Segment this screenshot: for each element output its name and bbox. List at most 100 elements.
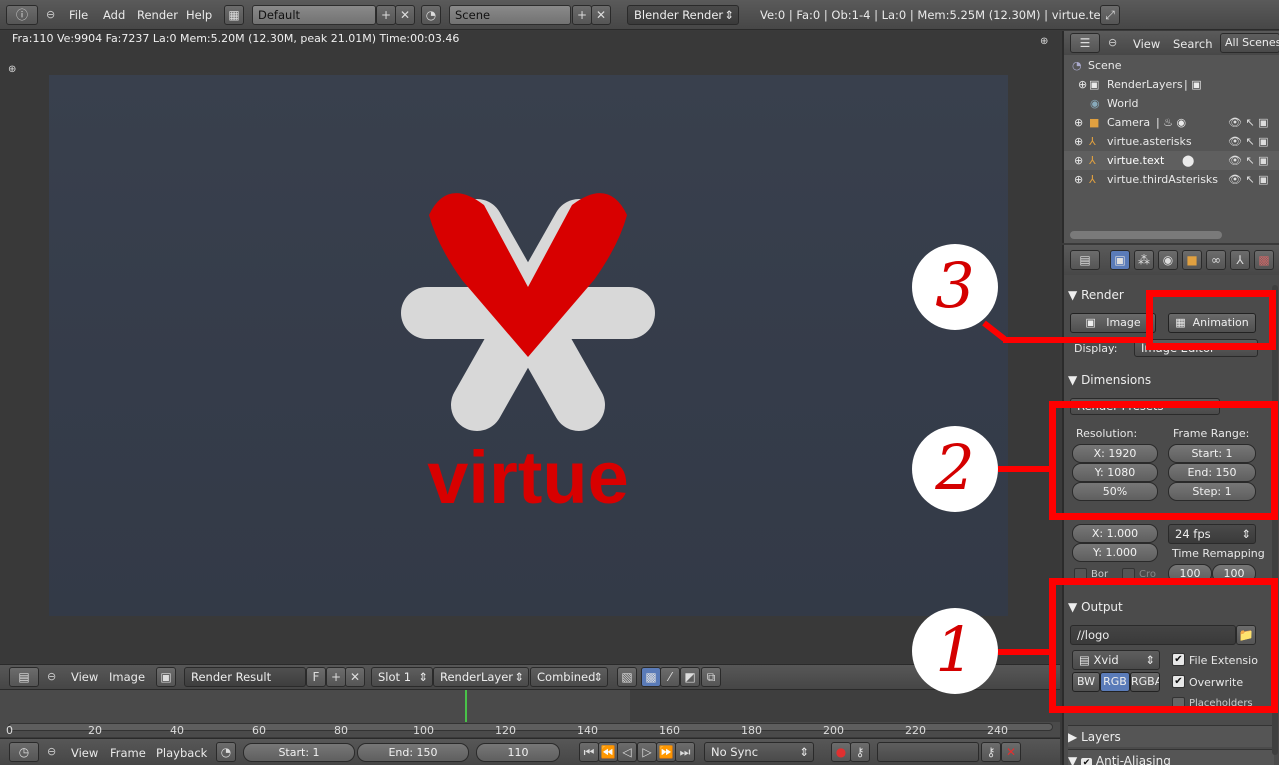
world-icon: ◉ [1090, 97, 1100, 110]
sync-select[interactable]: No Sync ⇕ [704, 742, 814, 762]
fps-select[interactable]: 24 fps ⇕ [1168, 524, 1256, 544]
screen-layout-field[interactable]: Default [252, 5, 376, 25]
image-browse-icon[interactable]: ▣ [156, 667, 176, 687]
preview-range-icon[interactable]: ◔ [216, 742, 236, 762]
outliner-scrollbar[interactable] [1070, 231, 1222, 239]
record-icon[interactable]: ● [831, 742, 851, 762]
corner-plus-icon[interactable]: ⊕ [1040, 36, 1048, 47]
editor-type-info-icon[interactable]: ⓘ [6, 5, 38, 25]
render-image-button[interactable]: ▣ Image [1070, 313, 1156, 333]
fullscreen-icon[interactable]: ⤢ [1100, 5, 1120, 25]
frame-tick: 20 [88, 724, 102, 737]
keying-set-field[interactable] [877, 742, 979, 762]
menu-search[interactable]: Search [1173, 37, 1213, 51]
scene-icon[interactable]: ◔ [421, 5, 441, 25]
empty-object-icon: ⅄ [1089, 173, 1096, 186]
draw-channels-icon[interactable]: ▧ [617, 667, 637, 687]
texture-tab-icon[interactable]: ▩ [1254, 250, 1274, 270]
render-layer-select[interactable]: RenderLayer ⇕ [433, 667, 529, 687]
menu-add[interactable]: Add [103, 8, 125, 22]
frame-tick: 160 [659, 724, 680, 737]
render-tab-icon[interactable]: ▣ [1110, 250, 1130, 270]
expand-icon: ⊕ [1074, 135, 1084, 148]
aspect-y-field[interactable]: Y: 1.000 [1072, 543, 1158, 562]
collapse-icon[interactable]: ⊖ [47, 745, 56, 758]
play-icon[interactable]: ▷ [637, 742, 657, 762]
render-pass-select[interactable]: Combined ⇕ [530, 667, 608, 687]
menu-render[interactable]: Render [137, 8, 178, 22]
camera-icon: ▣ [1085, 316, 1096, 329]
timeline-scrollbar[interactable] [8, 723, 1053, 731]
jump-start-icon[interactable]: ⏮ [579, 742, 599, 762]
current-frame-field[interactable]: 110 [476, 743, 560, 762]
constraints-tab-icon[interactable]: ∞ [1206, 250, 1226, 270]
render-layers-tab-icon[interactable]: ⁂ [1134, 250, 1154, 270]
corner-plus-icon[interactable]: ⊕ [8, 64, 16, 75]
collapse-icon[interactable]: ⊖ [46, 8, 55, 21]
outliner-item-world[interactable]: ◉ World [1064, 94, 1279, 113]
unlink-image-icon[interactable]: ✕ [345, 667, 365, 687]
zbuffer-icon[interactable]: ◩ [680, 667, 700, 687]
object-tab-icon[interactable]: ■ [1182, 250, 1202, 270]
restriction-columns[interactable]: 👁 ↖ ▣ 👁 ↖ ▣ 👁 ↖ ▣ 👁 ↖ ▣ [1214, 113, 1274, 189]
fake-user-button[interactable]: F [306, 667, 326, 687]
render-result-field[interactable]: Render Result [184, 667, 306, 687]
jump-end-icon[interactable]: ⏭ [675, 742, 695, 762]
start-frame-field[interactable]: Start: 1 [243, 743, 355, 762]
collapse-icon[interactable]: ⊖ [1108, 36, 1117, 49]
copy-image-icon[interactable]: ⧉ [701, 667, 721, 687]
render-engine-select[interactable]: Blender Render ⇕ [627, 5, 739, 25]
screen-layout-icon[interactable]: ▦ [224, 5, 244, 25]
alpha-display-icon[interactable]: ▩ [641, 667, 661, 687]
menu-view[interactable]: View [71, 670, 98, 684]
frame-tick: 240 [987, 724, 1008, 737]
delete-layout-icon[interactable]: ✕ [395, 5, 415, 25]
pick-color-icon[interactable]: ⁄ [660, 667, 680, 687]
renderlayer-icon: | ▣ [1184, 78, 1202, 91]
slot-select[interactable]: Slot 1 ⇕ [371, 667, 433, 687]
scene-field[interactable]: Scene [449, 5, 571, 25]
render-status: Fra:110 Ve:9904 Fa:7237 La:0 Mem:5.20M (… [12, 32, 460, 45]
timeline[interactable]: 0 20 40 60 80 100 120 140 160 180 200 22… [0, 689, 1060, 737]
collapse-arrow-icon: ▼ [1068, 373, 1078, 387]
display-mode-select[interactable]: All Scenes [1220, 33, 1279, 53]
editor-type-properties-icon[interactable]: ▤ [1070, 250, 1100, 270]
menu-frame[interactable]: Frame [110, 746, 146, 760]
delete-scene-icon[interactable]: ✕ [591, 5, 611, 25]
add-layout-icon[interactable]: + [376, 5, 396, 25]
add-scene-icon[interactable]: + [572, 5, 592, 25]
end-frame-field[interactable]: End: 150 [357, 743, 469, 762]
annotation-box-1 [1049, 578, 1278, 713]
outliner-item-scene[interactable]: ◔ Scene [1064, 56, 1279, 75]
data-tab-icon[interactable]: ⅄ [1230, 250, 1250, 270]
editor-type-timeline-icon[interactable]: ◷ [9, 742, 39, 762]
image-editor-header: ▤ ⊖ View Image ▣ Render Result F + ✕ Slo… [0, 664, 1060, 689]
delete-keyframe-icon[interactable]: ✕ [1001, 742, 1021, 762]
annotation-callout-1: 1 [912, 608, 998, 694]
menu-playback[interactable]: Playback [156, 746, 207, 760]
menu-file[interactable]: File [69, 8, 88, 22]
jump-keyframe-back-icon[interactable]: ⏪ [598, 742, 618, 762]
current-frame-cursor[interactable] [465, 690, 467, 722]
dimensions-panel-header[interactable]: ▼ Dimensions [1068, 369, 1274, 391]
jump-keyframe-forward-icon[interactable]: ⏩ [656, 742, 676, 762]
editor-type-image-icon[interactable]: ▤ [9, 667, 39, 687]
frame-tick: 80 [334, 724, 348, 737]
insert-keyframe-icon[interactable]: ⚷ [981, 742, 1001, 762]
new-image-icon[interactable]: + [326, 667, 346, 687]
world-tab-icon[interactable]: ◉ [1158, 250, 1178, 270]
outliner-item-renderlayers[interactable]: ⊕ ▣ RenderLayers | ▣ [1064, 75, 1279, 94]
menu-help[interactable]: Help [186, 8, 212, 22]
keying-set-icon[interactable]: ⚷ [850, 742, 870, 762]
aspect-x-field[interactable]: X: 1.000 [1072, 524, 1158, 543]
antialiasing-panel-header[interactable]: ▼ ✔ Anti-Aliasing [1068, 749, 1274, 765]
empty-object-icon: ⅄ [1089, 135, 1096, 148]
collapse-arrow-icon: ▼ [1068, 754, 1078, 765]
editor-type-outliner-icon[interactable]: ☰ [1070, 33, 1100, 53]
collapse-icon[interactable]: ⊖ [47, 670, 56, 683]
menu-image[interactable]: Image [109, 670, 145, 684]
play-reverse-icon[interactable]: ◁ [617, 742, 637, 762]
layers-panel-header[interactable]: ▶ Layers [1068, 725, 1274, 747]
menu-view[interactable]: View [1133, 37, 1160, 51]
menu-view[interactable]: View [71, 746, 98, 760]
